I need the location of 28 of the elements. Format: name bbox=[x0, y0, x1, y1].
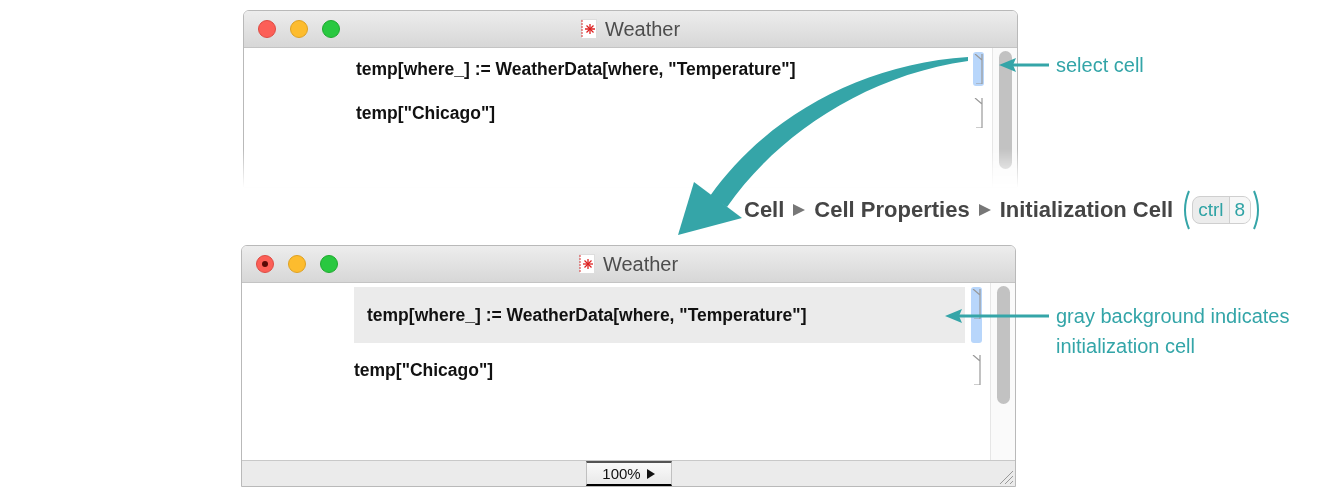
document-icon bbox=[580, 19, 597, 39]
input-cell-text: temp["Chicago"] bbox=[356, 101, 497, 125]
input-cell-text: temp[where_] := WeatherData[where, "Temperature"] bbox=[356, 57, 797, 81]
close-button[interactable] bbox=[256, 255, 274, 273]
document-icon bbox=[578, 254, 595, 274]
cell-bracket[interactable] bbox=[971, 353, 982, 387]
input-cell: temp[where_] := WeatherData[where, "Temperature"] bbox=[354, 287, 965, 343]
resize-grip-icon[interactable] bbox=[997, 468, 1013, 484]
cell-bracket[interactable] bbox=[973, 96, 984, 130]
input-cell-text: temp["Chicago"] bbox=[354, 358, 495, 382]
parenthesis-icon bbox=[1181, 190, 1191, 230]
minimize-button[interactable] bbox=[290, 20, 308, 38]
minimize-button[interactable] bbox=[288, 255, 306, 273]
annotation: select cell bbox=[1056, 53, 1144, 78]
zoom-menu[interactable]: 100% bbox=[585, 461, 672, 486]
annotation: gray background indicates initialization cell bbox=[1056, 304, 1291, 359]
window-title: Weather bbox=[604, 17, 681, 41]
scrollbar[interactable] bbox=[990, 283, 1015, 460]
cell-bracket[interactable] bbox=[973, 52, 984, 86]
triangle-icon bbox=[646, 468, 655, 479]
cell-bracket[interactable] bbox=[971, 287, 982, 343]
window-title: Weather bbox=[602, 252, 679, 276]
shortcut-key: ctrl 8 bbox=[1192, 196, 1252, 224]
pointer-arrow bbox=[999, 58, 1049, 72]
triangle-icon bbox=[977, 203, 992, 217]
triangle-icon bbox=[792, 203, 807, 217]
maximize-button[interactable] bbox=[320, 255, 338, 273]
maximize-button[interactable] bbox=[322, 20, 340, 38]
